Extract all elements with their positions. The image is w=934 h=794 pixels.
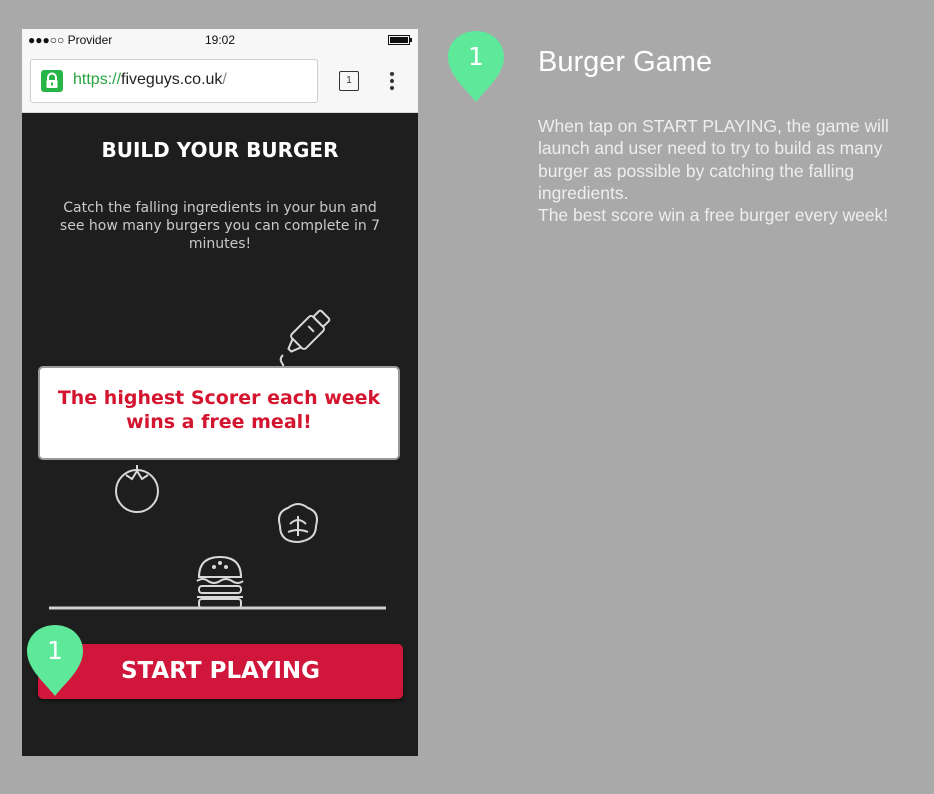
marker-number: 1 bbox=[47, 636, 63, 665]
button-marker-pin-icon: 1 bbox=[25, 623, 85, 698]
tomato-icon bbox=[115, 465, 159, 513]
sauce-bottle-icon bbox=[279, 309, 331, 372]
marker-number: 1 bbox=[468, 42, 484, 71]
annotation-description: When tap on START PLAYING, the game will… bbox=[538, 116, 889, 226]
promo-line-2: wins a free meal! bbox=[126, 411, 312, 433]
start-playing-button[interactable]: START PLAYING bbox=[38, 644, 403, 699]
burger-icon bbox=[196, 555, 244, 609]
annotation-title: Burger Game bbox=[538, 46, 713, 78]
promo-line-1: The highest Scorer each week bbox=[57, 387, 381, 409]
annotation-marker-pin-icon: 1 bbox=[446, 29, 506, 104]
start-playing-label: START PLAYING bbox=[120, 658, 321, 684]
promo-text: The highest Scorer each week wins a free… bbox=[40, 386, 398, 434]
lettuce-icon bbox=[278, 503, 318, 544]
promo-banner: The highest Scorer each week wins a free… bbox=[38, 366, 400, 460]
